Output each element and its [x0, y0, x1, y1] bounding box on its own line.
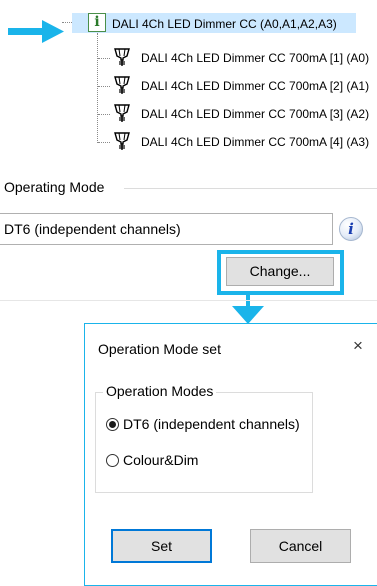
- operating-mode-label: Operating Mode: [4, 179, 105, 195]
- info-icon[interactable]: i: [339, 217, 363, 241]
- led-bulb-icon: [114, 132, 130, 150]
- operation-modes-legend: Operation Modes: [103, 383, 217, 399]
- tree-connector: [98, 86, 110, 87]
- set-button[interactable]: Set: [111, 529, 212, 563]
- tree-child-label: DALI 4Ch LED Dimmer CC 700mA [2] (A1): [141, 79, 370, 93]
- operation-mode-dialog: Operation Mode set × Operation Modes DT6…: [84, 323, 377, 586]
- tree-child-label: DALI 4Ch LED Dimmer CC 700mA [4] (A3): [141, 135, 370, 149]
- change-button[interactable]: Change...: [226, 257, 334, 286]
- info-icon: i: [88, 13, 106, 32]
- tree-connector: [98, 58, 110, 59]
- section-divider: [0, 300, 377, 301]
- led-bulb-icon: [114, 76, 130, 94]
- tree-connector: [62, 22, 72, 23]
- tree-connector: [98, 114, 110, 115]
- led-bulb-icon: [114, 104, 130, 122]
- radio-button[interactable]: [106, 454, 119, 467]
- tree-connector: [98, 142, 110, 143]
- tree-connector: [97, 33, 98, 143]
- tree-child-label: DALI 4Ch LED Dimmer CC 700mA [1] (A0): [141, 51, 370, 65]
- led-bulb-icon: [114, 48, 130, 66]
- operating-mode-field: DT6 (independent channels): [0, 213, 333, 245]
- cancel-button[interactable]: Cancel: [250, 529, 351, 563]
- close-icon[interactable]: ×: [353, 336, 363, 356]
- tree-child-label: DALI 4Ch LED Dimmer CC 700mA [3] (A2): [141, 107, 370, 121]
- annotation-arrow-down-icon: [232, 306, 264, 324]
- radio-button[interactable]: [106, 418, 119, 431]
- dialog-title: Operation Mode set: [98, 341, 221, 357]
- radio-label[interactable]: DT6 (independent channels): [123, 416, 300, 432]
- group-divider: [124, 188, 377, 189]
- radio-label[interactable]: Colour&Dim: [123, 452, 198, 468]
- annotation-arrow-right-icon: [8, 20, 64, 43]
- operation-modes-group: [95, 392, 313, 493]
- tree-root-label[interactable]: DALI 4Ch LED Dimmer CC (A0,A1,A2,A3): [112, 16, 337, 32]
